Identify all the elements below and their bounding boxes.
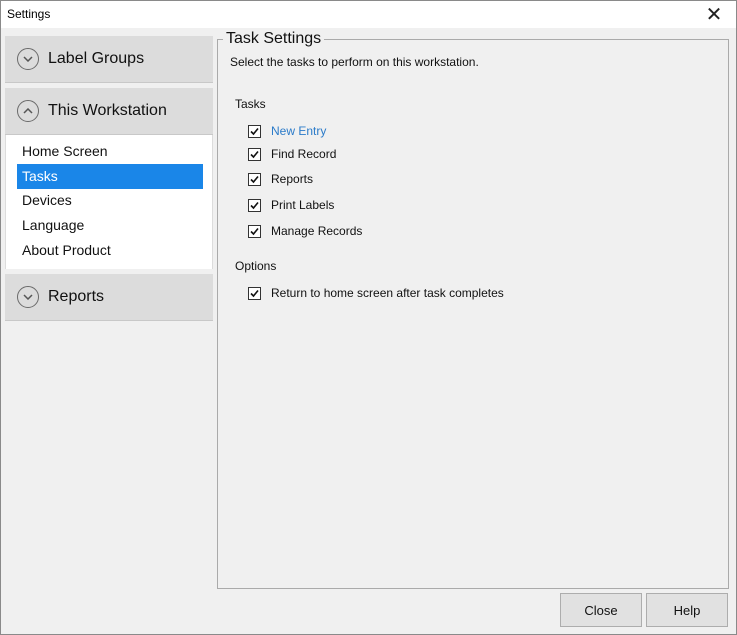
checkbox-label: Reports	[271, 172, 314, 186]
workstation-nav-list: Home Screen Tasks Devices Language About…	[5, 135, 213, 269]
nav-item-home-screen[interactable]: Home Screen	[17, 139, 203, 164]
tasks-section-label: Tasks	[235, 97, 266, 111]
checkbox-label: Return to home screen after task complet…	[271, 286, 504, 300]
checkbox-label: Manage Records	[271, 224, 363, 238]
checkbox-checked-icon[interactable]	[248, 124, 261, 138]
options-section-label: Options	[235, 259, 277, 273]
close-icon[interactable]: ✕	[692, 1, 736, 28]
checkbox-checked-icon[interactable]	[248, 147, 261, 161]
checkbox-checked-icon[interactable]	[248, 172, 261, 186]
title-bar: Settings ✕	[1, 1, 736, 28]
chevron-down-icon	[17, 286, 39, 308]
nav-item-language[interactable]: Language	[17, 213, 203, 238]
accordion-header-label-groups[interactable]: Label Groups	[5, 36, 213, 83]
group-description: Select the tasks to perform on this work…	[230, 55, 479, 69]
help-button[interactable]: Help	[646, 593, 728, 627]
nav-item-tasks[interactable]: Tasks	[17, 164, 203, 189]
nav-item-devices[interactable]: Devices	[17, 188, 203, 213]
checkbox-label: Print Labels	[271, 198, 335, 212]
close-button[interactable]: Close	[560, 593, 642, 627]
window-title: Settings	[7, 7, 51, 21]
accordion-header-label: Reports	[48, 288, 105, 305]
accordion-header-label: Label Groups	[48, 50, 145, 67]
task-checkbox-print-labels[interactable]: Print Labels	[248, 196, 334, 214]
task-checkbox-manage-records[interactable]: Manage Records	[248, 222, 362, 240]
chevron-up-icon	[17, 100, 39, 122]
accordion-header-reports[interactable]: Reports	[5, 274, 213, 321]
checkbox-label: Find Record	[271, 147, 337, 161]
checkbox-checked-icon[interactable]	[248, 286, 261, 300]
task-checkbox-new-entry[interactable]: New Entry	[248, 122, 326, 140]
checkbox-label: New Entry	[271, 124, 327, 138]
accordion-header-this-workstation[interactable]: This Workstation	[5, 88, 213, 135]
accordion-header-label: This Workstation	[48, 102, 167, 119]
nav-item-about-product[interactable]: About Product	[17, 238, 203, 263]
checkbox-checked-icon[interactable]	[248, 198, 261, 212]
checkbox-checked-icon[interactable]	[248, 224, 261, 238]
task-checkbox-reports[interactable]: Reports	[248, 170, 313, 188]
group-title: Task Settings	[223, 30, 325, 48]
task-checkbox-find-record[interactable]: Find Record	[248, 145, 336, 163]
option-checkbox-return-home[interactable]: Return to home screen after task complet…	[248, 284, 504, 302]
chevron-down-icon	[17, 48, 39, 70]
